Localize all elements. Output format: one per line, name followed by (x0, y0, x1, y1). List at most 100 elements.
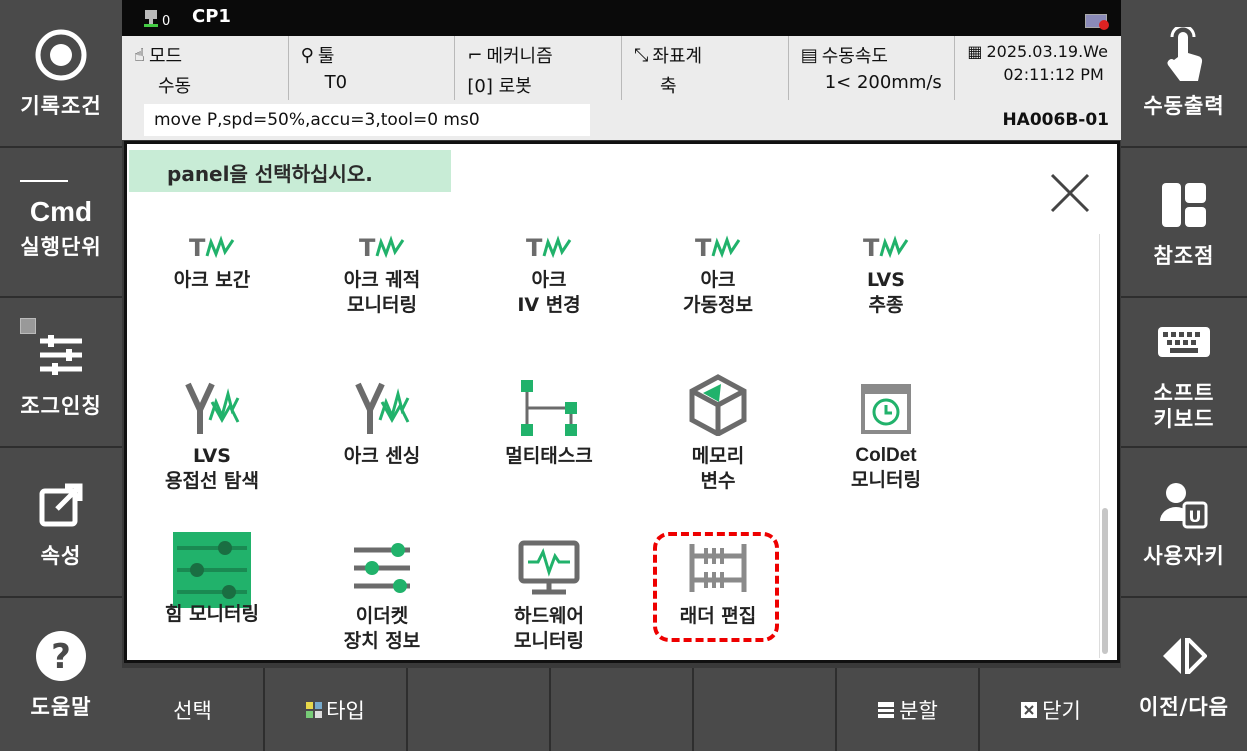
panel-force-monitoring[interactable]: 힘 모니터링 (127, 532, 297, 627)
axis-icon: ⤡ (634, 44, 649, 66)
sliders-icon (352, 532, 412, 596)
command-row: move P,spd=50%,accu=3,tool=0 ms0 HA006B-… (122, 100, 1121, 140)
panel-label: 이더켓 장치 정보 (343, 605, 421, 652)
model-name: HA006B-01 (1002, 110, 1109, 130)
panel-arc-iv-change[interactable]: T 아크 IV 변경 (464, 230, 634, 317)
type-label: 타입 (326, 698, 365, 723)
panel-lvs-tracking[interactable]: T LVS 추종 (801, 230, 971, 317)
empty-function-button[interactable] (408, 668, 551, 751)
split-button[interactable]: 분할 (837, 668, 980, 751)
close-label: 닫기 (1042, 698, 1081, 723)
type-button[interactable]: 타입 (265, 668, 408, 751)
status-speed-label: 수동속도 (821, 46, 888, 67)
top-bar: 0 CP1 (122, 0, 1121, 36)
grid-icon (306, 701, 323, 718)
user-key-button[interactable]: U 사용자키 (1121, 450, 1247, 598)
touch-hand-icon (1164, 26, 1204, 83)
bottom-toolbar: 선택 타입 분할 닫기 (122, 668, 1121, 751)
svg-text:T: T (695, 234, 712, 260)
arc-welding-icon: T (695, 230, 741, 260)
checkbox-icon (20, 318, 36, 334)
manual-output-label: 수동출력 (1143, 93, 1225, 118)
panel-arc-trace-monitoring[interactable]: T 아크 궤적 모니터링 (297, 230, 467, 317)
svg-text:?: ? (51, 637, 71, 677)
robot-arm-icon: ⌐ (467, 44, 483, 66)
highlight-box (653, 532, 779, 642)
panel-label: 하드웨어 모니터링 (514, 605, 584, 652)
status-mechanism-label: 메커니즘 (486, 46, 553, 67)
close-button[interactable]: 닫기 (980, 668, 1121, 751)
force-sliders-icon (173, 532, 251, 608)
left-sidebar: 기록조건 Cmd 실행단위 조그인칭 속성 ? 도움말 (0, 0, 122, 751)
panel-arc-sensing[interactable]: 아크 센싱 (297, 372, 467, 469)
wrench-icon: ⚲ (300, 44, 314, 66)
soft-keyboard-button[interactable]: 소프트 키보드 (1121, 300, 1247, 448)
hand-icon: ☝ (134, 44, 145, 66)
empty-function-button[interactable] (694, 668, 837, 751)
svg-text:T: T (189, 234, 206, 260)
prev-next-icon (1161, 628, 1207, 684)
panel-multitask[interactable]: 멀티태스크 (464, 372, 634, 469)
speed-icon: ▤ (800, 44, 818, 66)
jog-inching-button[interactable]: 조그인칭 (0, 300, 122, 448)
arc-welding-icon: T (359, 230, 405, 260)
alarm-flag-icon (1085, 14, 1109, 30)
help-button[interactable]: ? 도움말 (0, 600, 122, 748)
status-mechanism[interactable]: ⌐ 메커니즘 [0] 로봇 (455, 36, 623, 100)
status-coordinate[interactable]: ⤡ 좌표계 축 (622, 36, 789, 100)
panel-label: LVS 용접선 탐색 (164, 445, 259, 492)
prev-next-button[interactable]: 이전/다음 (1121, 600, 1247, 748)
status-date: 2025.03.19.We (986, 42, 1108, 61)
close-box-icon (1021, 701, 1038, 718)
status-coordinate-value: 축 (660, 76, 677, 97)
status-speed[interactable]: ▤ 수동속도 1< 200mm/s (789, 36, 956, 100)
status-mode[interactable]: ☝ 모드 수동 (122, 36, 289, 100)
properties-button[interactable]: 속성 (0, 450, 122, 598)
panel-coldet-monitoring[interactable]: ColDet 모니터링 (801, 372, 971, 493)
panel-label: 아크 센싱 (343, 445, 421, 467)
panel-lvs-seam-search[interactable]: LVS 용접선 탐색 (127, 372, 297, 493)
status-datetime: ▦ 2025.03.19.We 02:11:12 PM (955, 36, 1121, 100)
panel-arc-interpolation[interactable]: T 아크 보간 (127, 230, 297, 293)
status-tool-value: T0 (324, 72, 348, 93)
controller-title: CP1 (192, 6, 231, 27)
panel-select-dialog: panel을 선택하십시오. T 아크 보간 T 아크 궤적 모니터링 T 아크… (124, 141, 1120, 663)
external-link-icon (39, 477, 83, 533)
record-condition-button[interactable]: 기록조건 (0, 0, 122, 148)
empty-function-button[interactable] (551, 668, 694, 751)
arc-welding-icon: T (863, 230, 909, 260)
scrollbar-thumb[interactable] (1102, 508, 1108, 654)
prev-next-label: 이전/다음 (1139, 694, 1229, 719)
split-icon (878, 701, 895, 718)
jog-inching-label: 조그인칭 (20, 393, 102, 418)
status-tool[interactable]: ⚲ 툴 T0 (289, 36, 456, 100)
panel-arc-operation-info[interactable]: T 아크 가동정보 (633, 230, 803, 317)
robot-status-icon (144, 10, 158, 27)
panel-memory-variable[interactable]: 메모리 변수 (633, 372, 803, 493)
panel-label: LVS 추종 (867, 269, 905, 316)
panel-label: ColDet 모니터링 (851, 445, 921, 491)
select-button[interactable]: 선택 (122, 668, 265, 751)
soft-keyboard-label: 소프트 키보드 (1153, 380, 1215, 431)
close-icon[interactable] (1049, 172, 1091, 214)
keyboard-icon (1158, 314, 1210, 370)
reference-point-button[interactable]: 참조점 (1121, 150, 1247, 298)
help-label: 도움말 (30, 694, 92, 719)
scrollbar[interactable] (1099, 234, 1109, 658)
panel-label: 아크 궤적 모니터링 (343, 269, 421, 316)
panel-label: 아크 보간 (173, 269, 251, 291)
step-indicator-icon (20, 180, 68, 182)
user-key-icon: U (1160, 477, 1208, 533)
panel-hardware-monitoring[interactable]: 하드웨어 모니터링 (464, 532, 634, 653)
execution-unit-button[interactable]: Cmd 실행단위 (0, 150, 122, 298)
svg-text:T: T (863, 234, 880, 260)
manual-output-button[interactable]: 수동출력 (1121, 0, 1247, 148)
clock-window-icon (859, 372, 913, 436)
panel-ethercat-device-info[interactable]: 이더켓 장치 정보 (297, 532, 467, 653)
status-mechanism-value: [0] 로봇 (467, 76, 532, 97)
panel-label: 메모리 변수 (691, 445, 745, 492)
dialog-prompt: panel을 선택하십시오. (129, 150, 451, 192)
user-key-label: 사용자키 (1143, 543, 1225, 568)
split-label: 분할 (899, 698, 938, 723)
robot-count: 0 (162, 14, 171, 29)
